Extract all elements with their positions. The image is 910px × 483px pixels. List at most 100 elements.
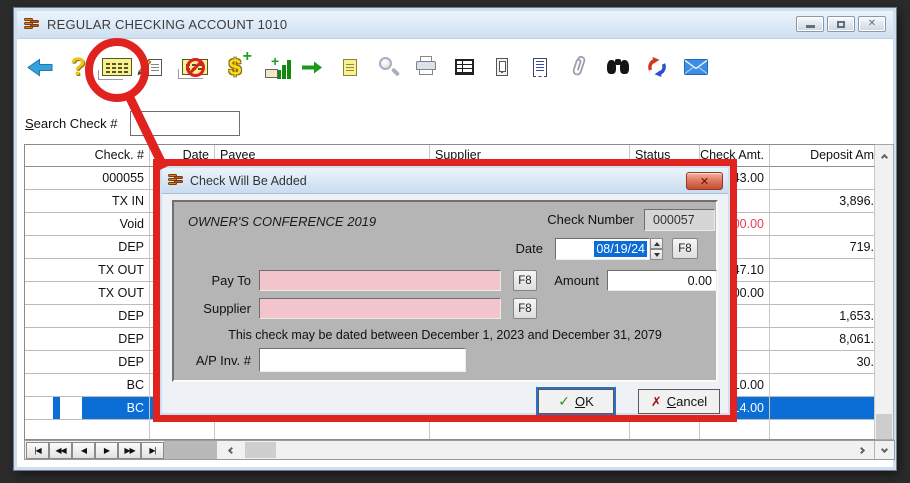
search-check-label: Search Check # <box>25 116 118 131</box>
ok-button[interactable]: ✓ OK <box>538 389 614 414</box>
back-icon[interactable] <box>25 52 55 82</box>
edit-check-icon[interactable] <box>138 52 170 82</box>
cell-check-no[interactable]: DEP <box>25 236 150 259</box>
cell-check-no[interactable]: TX OUT <box>25 282 150 305</box>
scroll-right-arrow-icon[interactable] <box>848 446 874 454</box>
close-button[interactable]: ✕ <box>858 16 886 32</box>
desktop-background: REGULAR CHECKING ACCOUNT 1010 ✕ ? $ + + S… <box>0 0 910 483</box>
ap-inv-label: A/P Inv. # <box>195 353 251 368</box>
search-check-input[interactable] <box>130 111 240 136</box>
email-icon[interactable] <box>681 52 711 82</box>
supplier-field[interactable] <box>259 298 501 319</box>
date-field[interactable]: 08/19/24 <box>555 238 650 260</box>
pay-to-field[interactable] <box>259 270 501 291</box>
amount-field[interactable]: 0.00 <box>607 270 717 291</box>
cell-deposit[interactable] <box>770 213 875 236</box>
scroll-up-arrow-icon[interactable] <box>875 145 893 166</box>
spinner-up-icon[interactable] <box>650 238 663 249</box>
check-will-be-added-dialog: Check Will Be Added ✕ OWNER'S CONFERENCE… <box>160 166 730 415</box>
title-bar[interactable]: REGULAR CHECKING ACCOUNT 1010 ✕ <box>17 11 893 39</box>
report-icon[interactable] <box>335 52 365 82</box>
date-label: Date <box>515 241 543 256</box>
nav-button-5[interactable]: ▶| <box>141 441 164 459</box>
cell-check-no[interactable]: TX OUT <box>25 259 150 282</box>
cell-check-no[interactable]: 000055 <box>25 167 150 190</box>
pay-to-f8-button[interactable]: F8 <box>513 270 537 291</box>
supplier-label: Supplier <box>203 301 251 316</box>
nav-button-0[interactable]: |◀ <box>26 441 49 459</box>
dialog-close-button[interactable]: ✕ <box>686 172 723 190</box>
void-check-icon[interactable] <box>178 52 210 82</box>
cell-deposit[interactable]: 3,896. <box>770 190 875 213</box>
date-range-note: This check may be dated between December… <box>228 328 662 342</box>
cell-deposit[interactable]: 30. <box>770 351 875 374</box>
cell-check-no[interactable]: BC <box>25 374 150 397</box>
ap-inv-field[interactable] <box>259 348 466 372</box>
cell-deposit[interactable]: 8,061. <box>770 328 875 351</box>
dialog-icon <box>168 173 184 188</box>
find-icon[interactable] <box>603 52 633 82</box>
cancel-button[interactable]: ✗ Cancel <box>638 389 720 414</box>
cell-deposit[interactable] <box>770 259 875 282</box>
horizontal-scroll-thumb[interactable] <box>245 442 276 458</box>
receipt-icon[interactable] <box>525 52 555 82</box>
cell-check-no[interactable]: DEP <box>25 305 150 328</box>
ledger-icon[interactable] <box>449 52 479 82</box>
nav-button-4[interactable]: ▶▶ <box>118 441 141 459</box>
sync-icon[interactable] <box>642 52 672 82</box>
nav-button-1[interactable]: ◀◀ <box>49 441 72 459</box>
add-dollar-icon[interactable]: $ + <box>220 48 252 82</box>
help-icon[interactable]: ? <box>63 52 93 82</box>
pay-to-label: Pay To <box>211 273 251 288</box>
date-f8-button[interactable]: F8 <box>672 238 698 259</box>
deposit-icon[interactable]: + <box>263 52 293 82</box>
nav-filler <box>164 441 217 459</box>
minimize-icon <box>805 25 815 28</box>
cell-check-no[interactable]: DEP <box>25 351 150 374</box>
column-header[interactable]: Supplier <box>430 145 630 167</box>
supplier-f8-button[interactable]: F8 <box>513 298 537 319</box>
vertical-scroll-thumb[interactable] <box>876 414 892 439</box>
dialog-title-bar[interactable]: Check Will Be Added ✕ <box>162 168 728 194</box>
vertical-scrollbar[interactable] <box>875 144 894 440</box>
table-header: Check. # Date Payee Supplier Status Check Amt… <box>25 145 875 167</box>
dialog-panel: OWNER'S CONFERENCE 2019 Check Number 000… <box>172 200 718 382</box>
forward-icon[interactable] <box>297 52 327 82</box>
cell-empty <box>215 420 430 439</box>
attach-icon[interactable] <box>564 52 594 82</box>
cell-deposit[interactable]: 719. <box>770 236 875 259</box>
table-row <box>25 420 875 439</box>
column-header[interactable]: Payee <box>215 145 430 167</box>
column-header[interactable]: Check. # <box>25 145 150 167</box>
spinner-down-icon[interactable] <box>650 249 663 260</box>
cell-deposit[interactable] <box>770 397 875 420</box>
print-icon[interactable] <box>411 52 441 82</box>
cell-check-no[interactable]: TX IN <box>25 190 150 213</box>
new-check-icon[interactable] <box>98 52 132 82</box>
record-navigation-bar: |◀ ◀◀ ◀ ▶ ▶▶ ▶| <box>24 440 895 460</box>
cell-empty <box>150 420 215 439</box>
nav-button-2[interactable]: ◀ <box>72 441 95 459</box>
scroll-left-arrow-icon[interactable] <box>217 446 245 454</box>
restore-icon <box>837 20 845 28</box>
column-header[interactable]: Check Amt. <box>700 145 770 167</box>
cell-deposit[interactable]: 1,653. <box>770 305 875 328</box>
check-number-label: Check Number <box>547 212 634 227</box>
column-header[interactable]: Deposit Am <box>770 145 875 167</box>
cell-check-no[interactable]: BC <box>25 397 150 420</box>
app-icon <box>24 17 40 32</box>
cell-check-no[interactable]: Void <box>25 213 150 236</box>
search-icon[interactable] <box>373 52 403 82</box>
cell-deposit[interactable] <box>770 282 875 305</box>
cell-empty <box>430 420 630 439</box>
column-header[interactable]: Status <box>630 145 700 167</box>
column-header[interactable]: Date <box>150 145 215 167</box>
restore-button[interactable] <box>827 16 855 32</box>
cell-deposit[interactable] <box>770 167 875 190</box>
scroll-down-arrow-icon[interactable] <box>874 441 894 459</box>
cell-check-no[interactable]: DEP <box>25 328 150 351</box>
nav-button-3[interactable]: ▶ <box>95 441 118 459</box>
cell-deposit[interactable] <box>770 374 875 397</box>
switch-icon[interactable] <box>487 52 517 82</box>
minimize-button[interactable] <box>796 16 824 32</box>
